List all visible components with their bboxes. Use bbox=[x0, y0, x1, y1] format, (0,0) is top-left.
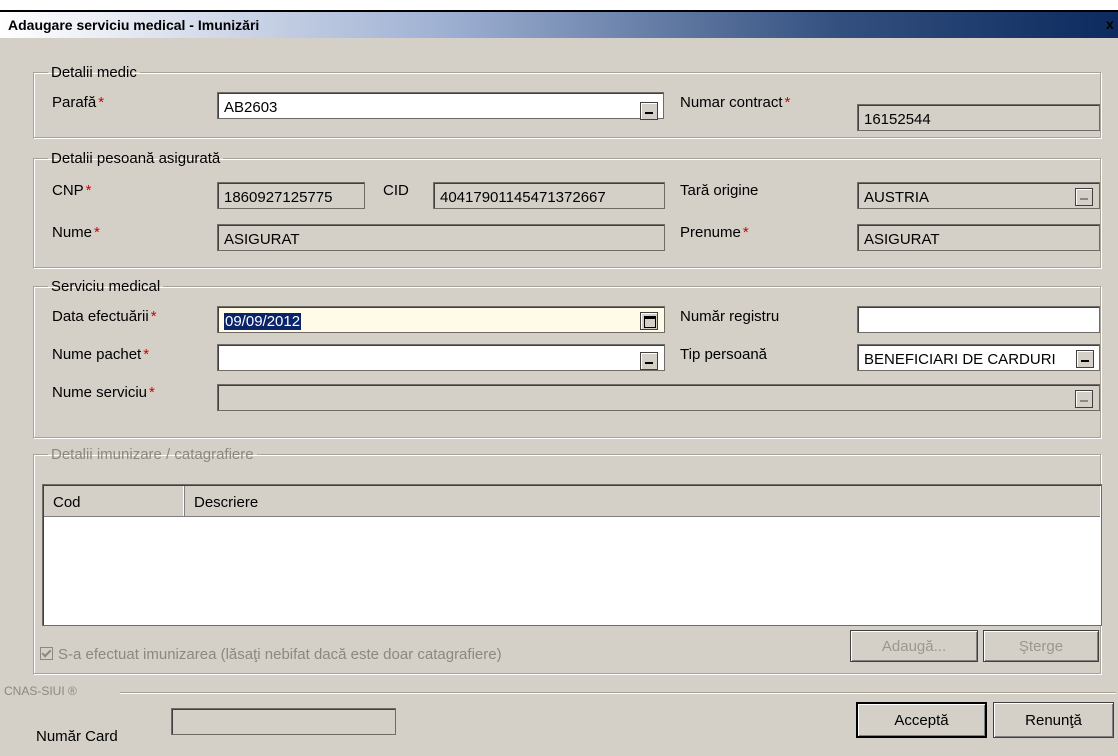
service-name-field[interactable] bbox=[217, 384, 1100, 411]
date-label: Data efectuării * bbox=[52, 308, 157, 325]
ellipsis-button-icon bbox=[1081, 360, 1089, 362]
service-name-lookup-button[interactable] bbox=[1075, 390, 1093, 408]
parafa-lookup-button[interactable] bbox=[640, 102, 658, 120]
package-lookup-button[interactable] bbox=[640, 352, 658, 370]
contract-label: Numar contract * bbox=[680, 94, 791, 111]
group-detalii-medic-legend: Detalii medic bbox=[51, 64, 137, 81]
cnp-value: 1860927125775 bbox=[224, 189, 333, 206]
prenume-value: ASIGURAT bbox=[864, 231, 940, 248]
accept-button[interactable]: Acceptă bbox=[856, 702, 987, 738]
parafa-label: Parafă * bbox=[52, 94, 105, 111]
date-field[interactable]: 09/09/2012 bbox=[217, 306, 665, 333]
table-header: Cod Descriere bbox=[44, 486, 1100, 517]
contract-value: 16152544 bbox=[864, 111, 931, 128]
parafa-field[interactable]: AB2603 bbox=[217, 92, 664, 119]
group-detalii-asigurat-legend: Detalii pesoană asigurată bbox=[51, 150, 221, 167]
country-label: Tară origine bbox=[680, 182, 759, 199]
ellipsis-button-icon bbox=[645, 112, 653, 114]
prenume-label: Prenume * bbox=[680, 224, 749, 241]
registry-field[interactable] bbox=[857, 306, 1100, 333]
package-label: Nume pachet * bbox=[52, 346, 150, 363]
contract-field[interactable]: 16152544 bbox=[857, 104, 1100, 131]
cid-label: CID bbox=[383, 182, 409, 199]
window-title: Adaugare serviciu medical - Imunizări bbox=[8, 17, 260, 33]
country-field[interactable]: AUSTRIA bbox=[857, 182, 1100, 209]
add-button[interactable]: Adaugă... bbox=[850, 630, 978, 662]
dialog-window: Adaugare serviciu medical - Imunizări x … bbox=[0, 10, 1118, 756]
check-icon[interactable] bbox=[40, 647, 53, 660]
title-bar[interactable]: Adaugare serviciu medical - Imunizări x bbox=[0, 12, 1118, 38]
ellipsis-button-icon bbox=[1080, 198, 1088, 200]
required-marker: * bbox=[85, 182, 92, 199]
parafa-value: AB2603 bbox=[224, 99, 278, 116]
required-marker: * bbox=[149, 384, 155, 401]
ellipsis-button-icon bbox=[645, 362, 653, 364]
required-marker: * bbox=[150, 308, 157, 325]
calendar-icon bbox=[644, 316, 656, 328]
required-marker: * bbox=[143, 346, 150, 363]
person-type-value: BENEFICIARI DE CARDURI bbox=[864, 351, 1056, 368]
package-field[interactable] bbox=[217, 344, 665, 371]
immunization-checkbox-row[interactable]: S-a efectuat imunizarea (lăsaţi nebifat … bbox=[40, 646, 502, 663]
ellipsis-button-icon bbox=[1080, 400, 1088, 402]
column-header-cod[interactable]: Cod bbox=[44, 486, 185, 516]
person-type-label: Tip persoană bbox=[680, 346, 767, 363]
service-name-label: Nume serviciu * bbox=[52, 384, 155, 401]
country-lookup-button[interactable] bbox=[1075, 188, 1093, 206]
required-marker: * bbox=[98, 94, 105, 111]
required-marker: * bbox=[784, 94, 791, 111]
required-marker: * bbox=[94, 224, 100, 241]
cancel-button[interactable]: Renunţă bbox=[993, 702, 1114, 738]
brand-label: CNAS-SIUI ® bbox=[4, 684, 77, 698]
nume-value: ASIGURAT bbox=[224, 231, 300, 248]
immunization-checkbox-label: S-a efectuat imunizarea (lăsaţi nebifat … bbox=[58, 646, 502, 663]
card-label: Număr Card bbox=[36, 728, 118, 745]
cid-value: 40417901145471372667 bbox=[440, 189, 606, 206]
column-header-descriere[interactable]: Descriere bbox=[185, 486, 1100, 516]
registry-label: Număr registru bbox=[680, 308, 780, 325]
prenume-field[interactable]: ASIGURAT bbox=[857, 224, 1100, 251]
footer-separator bbox=[120, 692, 1116, 694]
nume-label: Nume * bbox=[52, 224, 100, 241]
immunization-table[interactable]: Cod Descriere bbox=[42, 484, 1102, 626]
delete-button[interactable]: Şterge bbox=[983, 630, 1099, 662]
group-serviciu-medical-legend: Serviciu medical bbox=[51, 278, 161, 295]
person-type-field[interactable]: BENEFICIARI DE CARDURI bbox=[857, 344, 1100, 371]
cid-field[interactable]: 40417901145471372667 bbox=[433, 182, 665, 209]
required-marker: * bbox=[742, 224, 749, 241]
country-value: AUSTRIA bbox=[864, 189, 930, 206]
close-icon[interactable]: x bbox=[1106, 16, 1118, 34]
cnp-field[interactable]: 1860927125775 bbox=[217, 182, 365, 209]
date-value: 09/09/2012 bbox=[224, 313, 302, 330]
person-type-lookup-button[interactable] bbox=[1076, 350, 1094, 368]
group-detalii-imunizare-legend: Detalii imunizare / catagrafiere bbox=[51, 446, 254, 463]
calendar-button[interactable] bbox=[640, 312, 658, 330]
card-field[interactable] bbox=[171, 708, 396, 735]
nume-field[interactable]: ASIGURAT bbox=[217, 224, 665, 251]
cnp-label: CNP * bbox=[52, 182, 92, 199]
